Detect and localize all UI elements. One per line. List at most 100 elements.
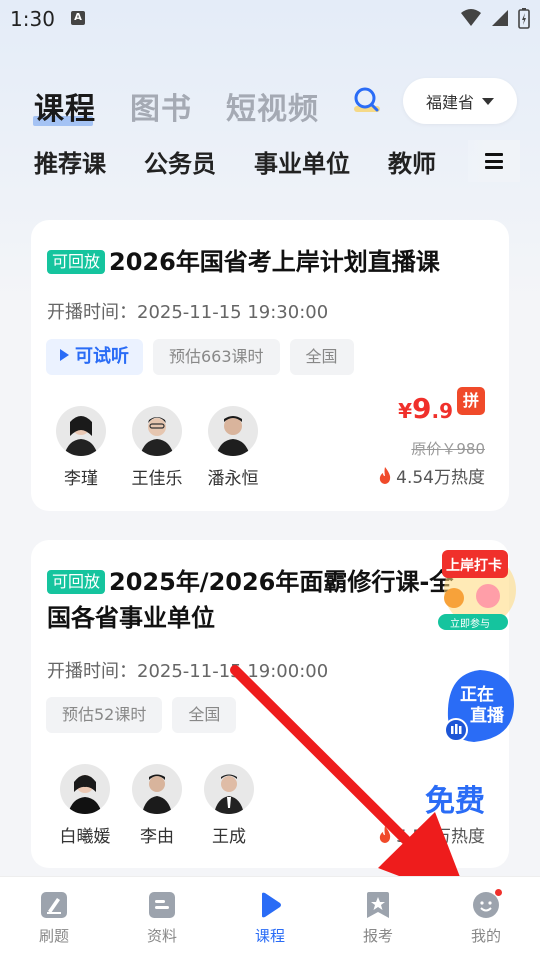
course-tags: 预估52课时 全国 <box>46 697 237 733</box>
flame-icon <box>379 467 391 484</box>
live-now-button[interactable]: 正在 直播 <box>444 668 516 744</box>
category-menu-button[interactable] <box>468 140 520 182</box>
top-tabs: 课程 图书 短视频 <box>33 84 319 128</box>
pencil-icon <box>41 892 67 918</box>
teacher: 王成 <box>204 764 254 847</box>
teacher-name: 王佳乐 <box>131 469 183 489</box>
teacher-name: 李由 <box>140 827 174 847</box>
live-label-line2: 直播 <box>470 706 504 726</box>
search-button[interactable] <box>350 84 384 118</box>
signal-icon <box>492 10 508 26</box>
teacher-avatar <box>132 764 182 814</box>
teacher-name: 潘永恒 <box>207 469 259 489</box>
promo-subtitle: 立即参与 <box>450 619 490 630</box>
start-time: 开播时间：2025-11-15 19:30:00 <box>47 298 328 324</box>
teacher: 白曦媛 <box>60 764 111 847</box>
category-tab-public-institution[interactable]: 事业单位 <box>254 144 350 179</box>
original-price: 原价￥980 <box>411 440 485 458</box>
trial-tag[interactable]: 可试听 <box>46 339 143 375</box>
category-tab-civil-servant[interactable]: 公务员 <box>144 144 216 179</box>
play-icon <box>262 892 281 918</box>
course-card[interactable]: 可回放 2026年国省考上岸计划直播课 开播时间：2025-11-15 19:30… <box>31 220 509 511</box>
teacher-avatar <box>208 406 258 456</box>
status-time: 1:30 <box>10 7 55 31</box>
teacher-name: 李瑾 <box>64 469 98 489</box>
price-integer: 9 <box>412 392 432 425</box>
search-icon <box>354 87 380 112</box>
hours-tag: 预估663课时 <box>153 339 280 375</box>
course-title-text: 2026年国省考上岸计划直播课 <box>109 248 440 276</box>
nav-label: 课程 <box>254 927 285 945</box>
teacher-avatar <box>204 764 254 814</box>
start-time-label: 开播时间： <box>47 661 137 682</box>
replay-badge: 可回放 <box>47 250 106 274</box>
checkin-promo-button[interactable]: 上岸打卡 立即参与 <box>432 540 522 636</box>
course-tags: 可试听 预估663课时 全国 <box>46 339 354 375</box>
nav-label: 报考 <box>362 927 393 945</box>
teacher: 李由 <box>132 764 182 847</box>
start-time-label: 开播时间： <box>47 302 137 323</box>
trial-tag-label: 可试听 <box>75 346 129 367</box>
heat-value: 5.53万热度 <box>396 827 485 847</box>
region-tag: 全国 <box>172 697 237 733</box>
nav-label: 刷题 <box>38 927 69 945</box>
tab-short-video[interactable]: 短视频 <box>226 84 319 128</box>
teacher-name: 王成 <box>212 827 246 847</box>
hours-tag: 预估52课时 <box>46 697 163 733</box>
menu-icon <box>485 153 503 169</box>
system-icons <box>460 7 530 29</box>
flame-icon <box>379 826 391 843</box>
promo-title: 上岸打卡 <box>446 558 502 574</box>
teacher-list: 李瑾 王佳乐 潘永恒 <box>56 406 259 489</box>
teacher-name: 白曦媛 <box>59 827 111 847</box>
nav-profile[interactable]: 我的 <box>432 877 540 960</box>
profile-icon <box>472 888 503 919</box>
heat: 4.54万热度 <box>378 463 485 488</box>
course-title-text-line2: 国各省事业单位 <box>47 604 215 632</box>
play-icon <box>60 349 69 361</box>
province-selector[interactable]: 福建省 <box>403 78 517 124</box>
chevron-down-icon <box>482 97 494 105</box>
notification-dot <box>494 888 503 897</box>
category-tabs: 推荐课 公务员 事业单位 教师 <box>34 144 436 179</box>
start-time-value: 2025-11-15 19:00:00 <box>137 661 329 682</box>
course-title-text-line1: 2025年/2026年面霸修行课-全 <box>109 568 454 596</box>
course-title: 可回放 2026年国省考上岸计划直播课 <box>47 244 440 280</box>
status-bar: 1:30 A <box>0 0 540 38</box>
bookmark-star-icon <box>367 892 389 918</box>
teacher: 潘永恒 <box>208 406 259 489</box>
course-title: 可回放 2025年/2026年面霸修行课-全 国各省事业单位 <box>47 564 453 636</box>
heat-value: 4.54万热度 <box>396 468 485 488</box>
price-currency: ¥ <box>398 399 412 423</box>
teacher: 王佳乐 <box>132 406 183 489</box>
notification-icon: A <box>71 11 85 25</box>
category-tab-recommended[interactable]: 推荐课 <box>34 144 106 179</box>
teacher-avatar <box>60 764 110 814</box>
nav-label: 我的 <box>470 927 501 945</box>
province-label: 福建省 <box>425 93 474 112</box>
start-time: 开播时间：2025-11-15 19:00:00 <box>47 657 328 683</box>
group-buy-badge: 拼 <box>457 387 485 415</box>
teacher: 李瑾 <box>56 406 106 489</box>
document-icon <box>149 892 175 918</box>
price-free: 免费 <box>425 784 485 819</box>
nav-registration[interactable]: 报考 <box>324 877 432 960</box>
start-time-value: 2025-11-15 19:30:00 <box>137 302 329 323</box>
price: ¥9.9 <box>398 392 453 425</box>
nav-label: 资料 <box>146 927 177 945</box>
teacher-avatar <box>56 406 106 456</box>
category-tab-teacher[interactable]: 教师 <box>388 144 436 179</box>
nav-materials[interactable]: 资料 <box>108 877 216 960</box>
wifi-icon <box>461 9 481 26</box>
price-decimal: .9 <box>431 399 453 423</box>
heat: 5.53万热度 <box>378 822 485 847</box>
tab-books[interactable]: 图书 <box>130 84 192 128</box>
bottom-nav: 刷题 资料 课程 报考 我的 <box>0 876 540 960</box>
replay-badge: 可回放 <box>47 570 106 594</box>
tab-course[interactable]: 课程 <box>33 84 96 128</box>
battery-icon <box>518 8 530 29</box>
nav-practice[interactable]: 刷题 <box>0 877 108 960</box>
nav-courses[interactable]: 课程 <box>216 877 324 960</box>
teacher-list: 白曦媛 李由 王成 <box>60 764 254 847</box>
region-tag: 全国 <box>289 339 354 375</box>
